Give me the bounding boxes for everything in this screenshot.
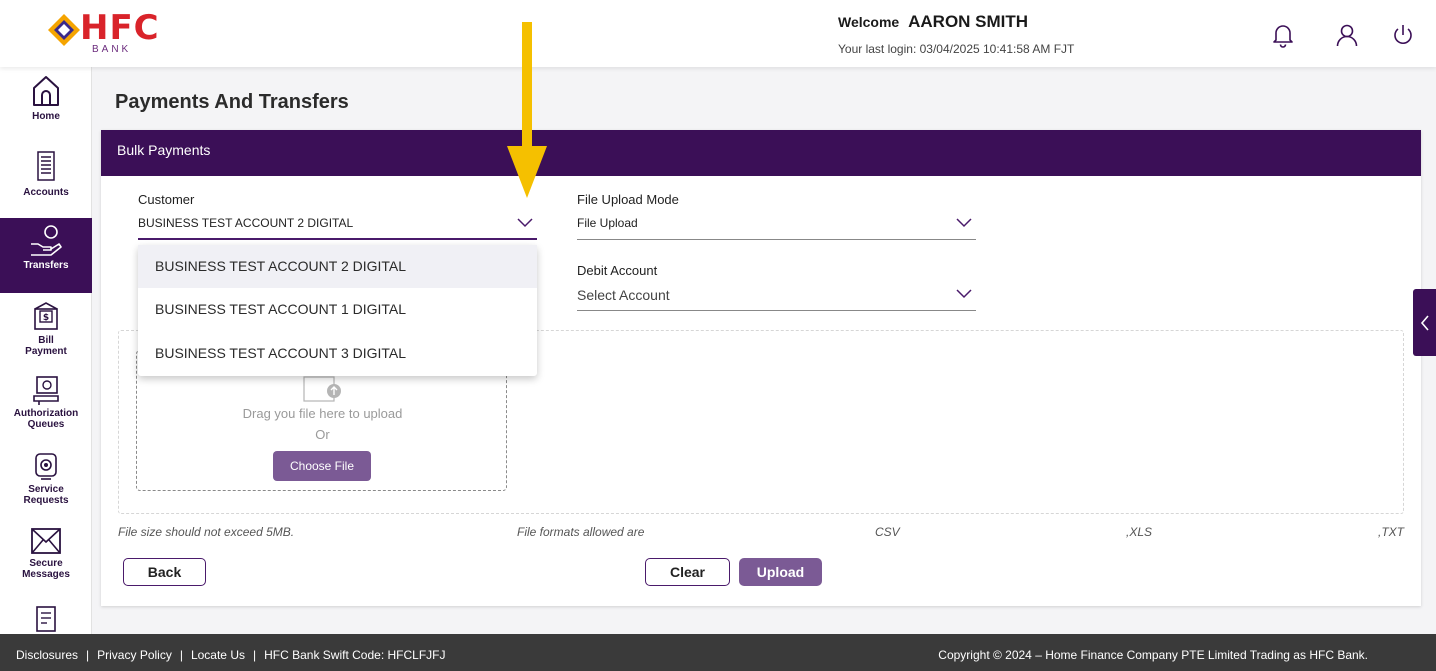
sidebar-label-home: Home xyxy=(32,111,60,122)
customer-dropdown-list: BUSINESS TEST ACCOUNT 2 DIGITAL BUSINESS… xyxy=(138,245,537,376)
user-name: AARON SMITH xyxy=(908,12,1029,31)
logo-text: HFC xyxy=(80,8,160,48)
sidebar-item-service-requests[interactable]: Service Requests xyxy=(0,450,92,506)
debit-account-label: Debit Account xyxy=(577,263,658,278)
bill-payment-icon: $ xyxy=(34,302,58,330)
footer-copyright: Copyright © 2024 – Home Finance Company … xyxy=(938,648,1368,662)
hfc-logo[interactable]: HFC BANK xyxy=(46,10,186,60)
footer-swift-code: HFC Bank Swift Code: HFCLFJFJ xyxy=(264,648,446,662)
annotation-arrow-icon xyxy=(507,22,547,198)
sidebar-label-authorization: Authorization xyxy=(13,408,79,419)
chevron-down-icon xyxy=(517,218,533,228)
footer-link-disclosures[interactable]: Disclosures xyxy=(16,648,78,662)
sidebar-item-home[interactable]: Home xyxy=(0,73,92,122)
accounts-icon xyxy=(37,151,55,181)
sidebar-item-transfers[interactable]: Transfers xyxy=(0,218,92,293)
clear-button[interactable]: Clear xyxy=(645,558,730,586)
welcome-label: Welcome xyxy=(838,14,900,30)
sidebar-item-bill-payment[interactable]: $ Bill Payment xyxy=(0,301,92,357)
debit-account-select[interactable]: Select Account xyxy=(577,283,976,311)
back-button[interactable]: Back xyxy=(123,558,206,586)
welcome-message: Welcome AARON SMITH xyxy=(838,12,1028,32)
format-csv: CSV xyxy=(875,525,900,539)
dropdown-option[interactable]: BUSINESS TEST ACCOUNT 2 DIGITAL xyxy=(138,245,537,288)
upload-file-icon xyxy=(303,376,341,402)
customer-label: Customer xyxy=(138,192,195,207)
sidebar-label-messages: Messages xyxy=(22,569,70,580)
chevron-down-icon xyxy=(956,289,972,299)
sidebar-item-authorization-queues[interactable]: Authorization Queues xyxy=(0,374,92,430)
debit-account-placeholder: Select Account xyxy=(577,287,670,303)
footer-link-locate[interactable]: Locate Us xyxy=(191,648,245,662)
transfers-icon xyxy=(31,225,62,256)
dropdown-option[interactable]: BUSINESS TEST ACCOUNT 1 DIGITAL xyxy=(138,288,537,331)
bell-icon[interactable] xyxy=(1270,22,1296,48)
drag-text: Drag you file here to upload xyxy=(242,406,403,421)
dropdown-option[interactable]: BUSINESS TEST ACCOUNT 3 DIGITAL xyxy=(138,332,537,375)
upload-button[interactable]: Upload xyxy=(739,558,822,586)
service-requests-icon xyxy=(35,453,57,480)
document-icon xyxy=(36,606,56,632)
file-formats-note: File formats allowed are xyxy=(517,525,645,539)
footer-separator: | xyxy=(252,648,257,662)
format-xls: ,XLS xyxy=(1126,525,1153,539)
sidebar-label-transfers: Transfers xyxy=(23,260,69,271)
authorization-icon xyxy=(33,376,59,405)
sidebar-label-payment: Payment xyxy=(25,346,67,357)
or-text: Or xyxy=(315,427,330,442)
chevron-left-icon xyxy=(1420,315,1429,331)
footer-links: Disclosures | Privacy Policy | Locate Us | HFC… xyxy=(16,648,445,662)
format-txt: ,TXT xyxy=(1378,525,1404,539)
top-header: HFC BANK Welcome AARON SMITH Your last l… xyxy=(0,0,1436,67)
file-size-note: File size should not exceed 5MB. xyxy=(118,525,295,539)
customer-value: BUSINESS TEST ACCOUNT 2 DIGITAL xyxy=(138,216,354,230)
footer-separator: | xyxy=(179,648,183,662)
customer-select[interactable]: BUSINESS TEST ACCOUNT 2 DIGITAL xyxy=(138,212,537,240)
footer-separator: | xyxy=(86,648,90,662)
sidebar-item-accounts[interactable]: Accounts xyxy=(0,149,92,198)
upload-mode-label: File Upload Mode xyxy=(577,192,679,207)
chevron-down-icon xyxy=(956,218,972,228)
choose-file-button[interactable]: Choose File xyxy=(273,451,371,481)
section-title: Bulk Payments xyxy=(101,130,1421,176)
sidebar-label-requests: Requests xyxy=(23,495,69,506)
sidebar-label-queues: Queues xyxy=(27,419,65,430)
side-panel-toggle[interactable] xyxy=(1413,289,1436,356)
home-icon xyxy=(33,76,59,106)
sidebar-item-secure-messages[interactable]: Secure Messages xyxy=(0,526,92,580)
svg-text:$: $ xyxy=(43,313,49,323)
page-title: Payments And Transfers xyxy=(115,91,349,113)
sidebar-item-more[interactable] xyxy=(0,604,92,636)
logo-diamond-icon xyxy=(48,14,80,46)
upload-mode-select[interactable]: File Upload xyxy=(577,212,976,240)
user-icon[interactable] xyxy=(1334,22,1360,48)
sidebar-label-secure: Secure xyxy=(29,558,63,569)
sidebar-label-accounts: Accounts xyxy=(23,187,69,198)
footer: Disclosures | Privacy Policy | Locate Us | HFC… xyxy=(0,634,1436,671)
sidebar-label-service: Service xyxy=(28,484,64,495)
upload-mode-value: File Upload xyxy=(577,216,638,230)
power-icon[interactable] xyxy=(1390,22,1416,48)
sidebar-label-bill: Bill xyxy=(38,335,54,346)
secure-messages-icon xyxy=(31,528,61,554)
footer-link-privacy[interactable]: Privacy Policy xyxy=(97,648,172,662)
sidebar: Home Accounts Transfers $ Bill Payment A… xyxy=(0,67,92,634)
last-login: Your last login: 03/04/2025 10:41:58 AM … xyxy=(838,42,1075,56)
logo-subtext: BANK xyxy=(92,44,132,55)
